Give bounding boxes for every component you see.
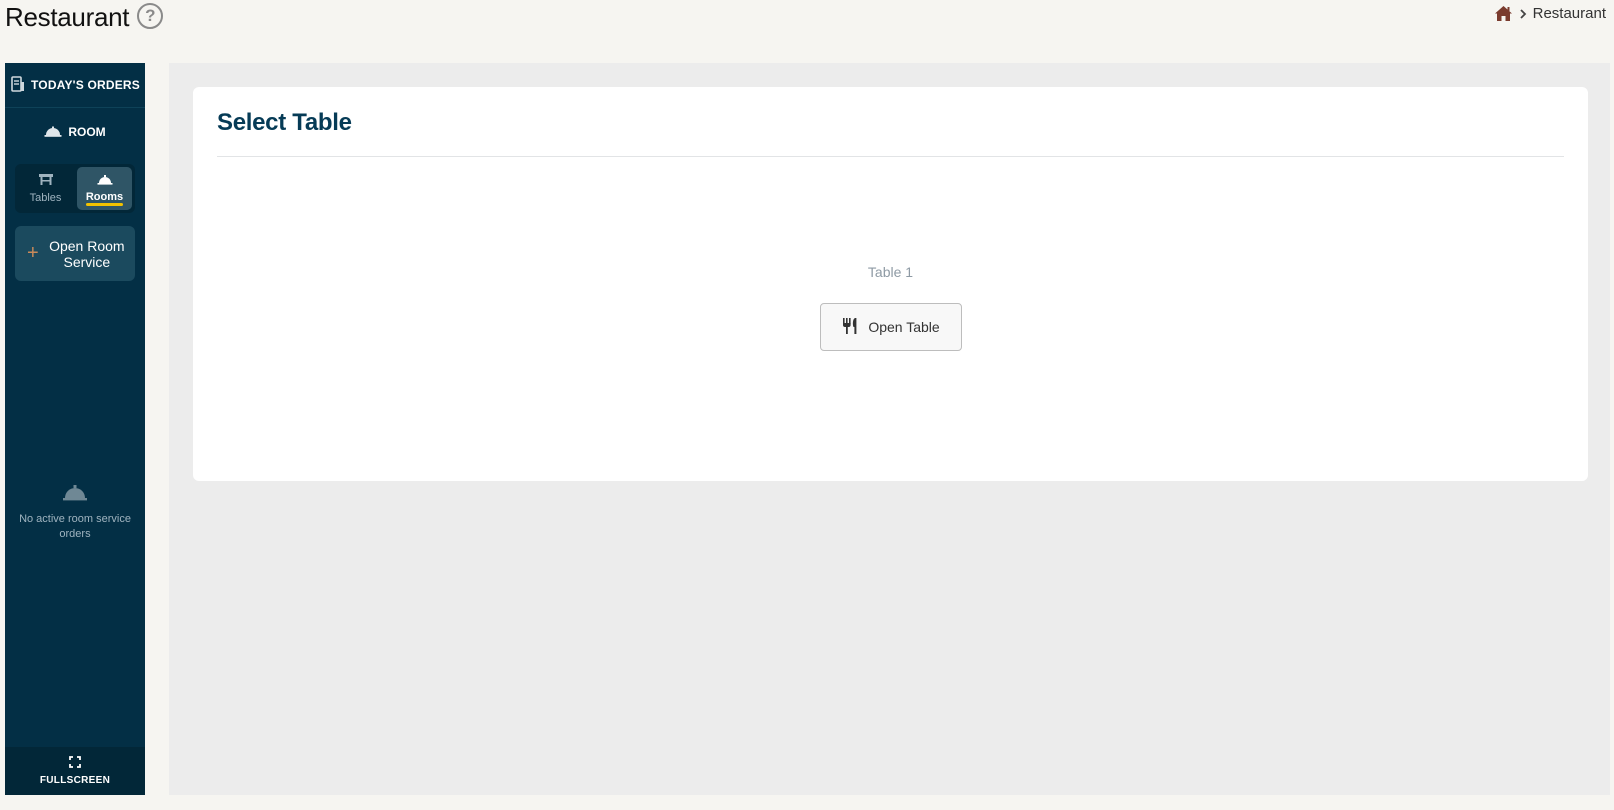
open-room-service-button[interactable]: + Open Room Service: [15, 226, 135, 281]
fullscreen-label: FULLSCREEN: [39, 775, 111, 786]
plus-icon: +: [27, 242, 39, 264]
room-label: ROOM: [68, 125, 106, 139]
chevron-right-icon: [1519, 8, 1527, 19]
table-icon: [38, 173, 54, 189]
tab-rooms[interactable]: Rooms: [77, 167, 132, 210]
open-room-service-label: Open Room Service: [49, 237, 125, 270]
breadcrumb-current: Restaurant: [1532, 5, 1606, 22]
tab-rooms-label: Rooms: [85, 191, 124, 203]
home-icon[interactable]: [1494, 5, 1513, 22]
service-bell-icon: [44, 125, 62, 140]
table-name: Table 1: [867, 264, 914, 280]
view-switch: Tables Rooms: [15, 164, 135, 213]
open-table-label: Open Table: [868, 319, 940, 335]
utensils-icon: [842, 317, 859, 338]
room-section-header: ROOM: [5, 108, 145, 156]
expand-icon: [69, 756, 81, 771]
empty-state-message: No active room service orders: [19, 513, 131, 540]
page-title-text: Restaurant: [5, 2, 130, 32]
breadcrumb: Restaurant: [1494, 5, 1606, 22]
service-bell-icon: [97, 174, 113, 188]
main-content: Select Table Table 1 Open Table: [169, 63, 1610, 795]
receipt-icon: [10, 75, 25, 95]
todays-orders-button[interactable]: TODAY'S ORDERS: [5, 63, 145, 108]
empty-state: No active room service orders: [5, 483, 145, 542]
open-table-button[interactable]: Open Table: [820, 303, 962, 351]
tab-tables-label: Tables: [29, 192, 62, 204]
todays-orders-label: TODAY'S ORDERS: [30, 78, 140, 92]
service-bell-icon: [62, 485, 88, 505]
page-title: Restaurant ?: [5, 2, 164, 33]
select-table-card: Select Table Table 1 Open Table: [193, 87, 1588, 481]
sidebar: TODAY'S ORDERS ROOM Tables Rooms + Open …: [5, 63, 145, 795]
help-icon[interactable]: ?: [137, 2, 164, 29]
divider: [217, 156, 1564, 157]
fullscreen-button[interactable]: FULLSCREEN: [5, 747, 145, 795]
tab-tables[interactable]: Tables: [18, 167, 73, 210]
card-title: Select Table: [217, 109, 352, 136]
